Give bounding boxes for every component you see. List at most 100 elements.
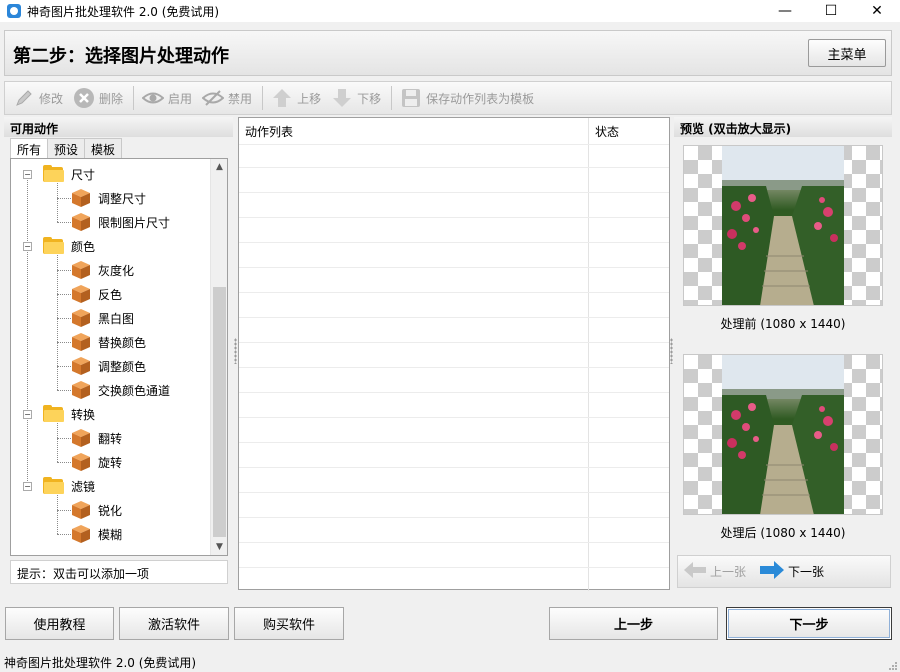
collapse-icon[interactable]: − <box>23 242 32 251</box>
action-tree: − 尺寸 调整尺寸 限制图片尺寸 − 颜色 灰度化 反色 黑白图 替换颜色 调整… <box>10 158 228 556</box>
preview-before-image[interactable] <box>683 145 883 306</box>
table-row <box>239 492 669 493</box>
status-text: 神奇图片批处理软件 2.0 (免费试用) <box>4 656 197 670</box>
tree-item-blur[interactable]: 模糊 <box>71 522 122 546</box>
tree-item-sharpen[interactable]: 锐化 <box>71 498 122 522</box>
tree-item-swap-channels[interactable]: 交换颜色通道 <box>71 378 170 402</box>
table-row <box>239 417 669 418</box>
next-step-button[interactable]: 下一步 <box>726 607 892 640</box>
step-header: 第二步：选择图片处理动作 主菜单 <box>4 30 892 76</box>
tree-item-label: 交换颜色通道 <box>98 383 171 398</box>
folder-icon <box>43 237 65 255</box>
tree-connector <box>57 366 71 367</box>
main-menu-button[interactable]: 主菜单 <box>808 39 886 67</box>
eye-icon <box>142 87 165 109</box>
tree-item-replace-color[interactable]: 替换颜色 <box>71 330 146 354</box>
tree-item-invert[interactable]: 反色 <box>71 282 122 306</box>
save-icon <box>400 87 422 109</box>
tab-templates[interactable]: 模板 <box>84 138 123 158</box>
disable-label: 禁用 <box>228 91 253 106</box>
tree-item-flip[interactable]: 翻转 <box>71 426 122 450</box>
delete-icon <box>73 87 95 109</box>
tree-item-label: 限制图片尺寸 <box>98 215 171 230</box>
preview-before-caption: 处理前 (1080 x 1440) <box>720 317 846 331</box>
table-row <box>239 567 669 568</box>
tree-item-label: 黑白图 <box>98 311 135 326</box>
step-title: 第二步：选择图片处理动作 <box>13 46 229 67</box>
table-row <box>239 192 669 193</box>
scroll-up-icon[interactable]: ▲ <box>211 159 227 175</box>
move-up-button[interactable]: 上移 <box>271 87 321 109</box>
tree-item-label: 旋转 <box>98 455 123 470</box>
box-icon <box>71 500 91 520</box>
tree-item-limit-size[interactable]: 限制图片尺寸 <box>71 210 170 234</box>
tree-item-black-white[interactable]: 黑白图 <box>71 306 134 330</box>
tab-all[interactable]: 所有 <box>10 138 49 158</box>
tree-scrollbar[interactable]: ▲ ▼ <box>210 159 227 555</box>
hint-text: 提示：双击可以添加一项 <box>10 560 228 584</box>
preview-after-image[interactable] <box>683 354 883 515</box>
collapse-icon[interactable]: − <box>23 170 32 179</box>
window-title: 神奇图片批处理软件 2.0 (免费试用) <box>27 4 220 19</box>
tree-item-label: 锐化 <box>98 503 123 518</box>
box-icon <box>71 452 91 472</box>
save-template-button[interactable]: 保存动作列表为模板 <box>400 87 534 109</box>
action-list-table[interactable]: 动作列表 状态 <box>238 117 670 591</box>
tree-group-size[interactable]: − 尺寸 <box>23 162 95 186</box>
move-down-label: 下移 <box>357 91 382 106</box>
column-header-status[interactable]: 状态 <box>589 118 669 144</box>
save-template-label: 保存动作列表为模板 <box>426 91 535 106</box>
left-splitter-grip[interactable] <box>234 338 237 364</box>
column-header-actions[interactable]: 动作列表 <box>239 118 588 144</box>
tree-item-grayscale[interactable]: 灰度化 <box>71 258 134 282</box>
previous-step-button[interactable]: 上一步 <box>549 607 718 640</box>
scrollbar-thumb[interactable] <box>213 287 226 537</box>
next-image-button[interactable]: 下一张 <box>760 561 824 582</box>
enable-button[interactable]: 启用 <box>142 87 192 109</box>
tree-item-adjust-color[interactable]: 调整颜色 <box>71 354 146 378</box>
folder-icon <box>43 405 65 423</box>
tutorial-button[interactable]: 使用教程 <box>5 607 114 640</box>
buy-software-button[interactable]: 购买软件 <box>234 607 344 640</box>
arrow-down-icon <box>331 87 353 109</box>
tree-group-filters[interactable]: − 滤镜 <box>23 474 95 498</box>
action-tabs: 所有 预设 模板 <box>10 138 123 158</box>
tree-group-transform[interactable]: − 转换 <box>23 402 95 426</box>
garden-path-photo <box>722 146 844 305</box>
right-splitter-grip[interactable] <box>670 338 673 364</box>
tree-item-label: 替换颜色 <box>98 335 147 350</box>
tree-item-resize[interactable]: 调整尺寸 <box>71 186 146 210</box>
activate-software-button[interactable]: 激活软件 <box>119 607 229 640</box>
scroll-down-icon[interactable]: ▼ <box>211 539 227 555</box>
action-toolbar: 修改 删除 启用 禁用 上移 下移 保存动作列表为模板 <box>4 81 892 115</box>
maximize-button[interactable]: ☐ <box>808 0 854 22</box>
toolbar-separator <box>133 86 135 110</box>
table-row <box>239 292 669 293</box>
collapse-icon[interactable]: − <box>23 482 32 491</box>
arrow-right-icon <box>760 561 785 582</box>
table-row <box>239 167 669 168</box>
table-row <box>239 392 669 393</box>
tree-connector <box>57 294 71 295</box>
delete-button[interactable]: 删除 <box>73 87 123 109</box>
preview-panel: 预览 (双击放大显示) 处理前 (1080 x 1440) 处理后 (1080 … <box>674 117 892 590</box>
tree-group-color[interactable]: − 颜色 <box>23 234 95 258</box>
arrow-left-icon <box>684 562 706 581</box>
tab-presets[interactable]: 预设 <box>47 138 86 158</box>
tree-connector <box>57 222 71 223</box>
collapse-icon[interactable]: − <box>23 410 32 419</box>
available-actions-panel: 可用动作 所有 预设 模板 − 尺寸 调整尺寸 限制图片尺寸 − 颜色 灰度化 … <box>4 117 233 587</box>
previous-image-button[interactable]: 上一张 <box>684 562 746 581</box>
minimize-button[interactable]: — <box>762 0 808 22</box>
preview-after-caption: 处理后 (1080 x 1440) <box>720 526 846 540</box>
move-down-button[interactable]: 下移 <box>331 87 381 109</box>
tree-group-label: 滤镜 <box>71 479 96 494</box>
app-icon <box>7 4 21 18</box>
close-button[interactable]: ✕ <box>854 0 900 22</box>
resize-grip-icon[interactable] <box>888 660 898 670</box>
folder-icon <box>43 477 65 495</box>
tree-item-rotate[interactable]: 旋转 <box>71 450 122 474</box>
edit-button[interactable]: 修改 <box>13 87 63 109</box>
tree-item-label: 调整尺寸 <box>98 191 147 206</box>
disable-button[interactable]: 禁用 <box>202 87 252 109</box>
